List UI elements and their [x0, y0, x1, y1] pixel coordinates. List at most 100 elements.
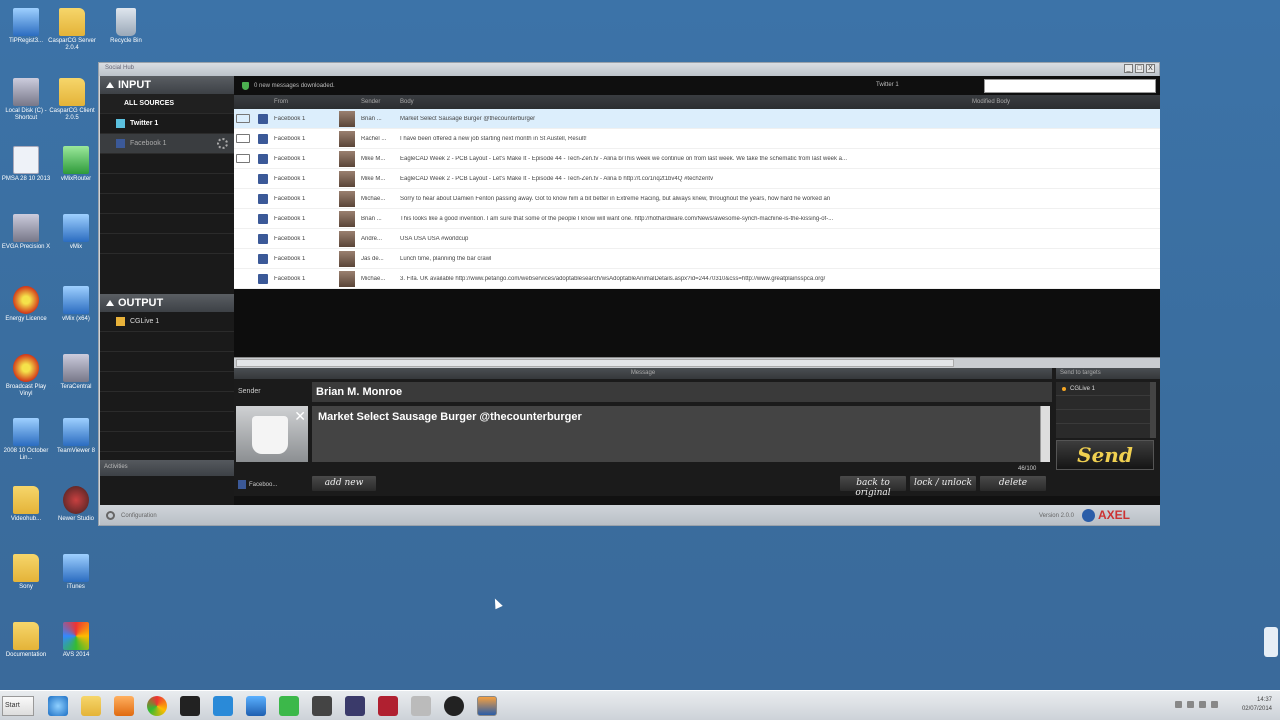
desktop-icon[interactable]: vMix [50, 214, 102, 251]
social-hub-taskbar-icon[interactable] [477, 696, 497, 716]
vertical-scrollbar[interactable] [1040, 406, 1050, 462]
desktop-icon[interactable]: EVGA Precision X [0, 214, 52, 251]
activities-tab[interactable]: Activities [100, 460, 234, 476]
desktop-icon[interactable]: TeamViewer 8 [50, 418, 102, 455]
source-twitter[interactable]: Twitter 1 [100, 114, 234, 134]
logo-disc-icon [1082, 508, 1095, 522]
col-modified-body[interactable]: Modified Body [972, 99, 1010, 105]
app-icon[interactable] [444, 696, 464, 716]
message-row[interactable]: Facebook 1 Brian ... Market Select Sausage… [234, 109, 1160, 129]
source-facebook[interactable]: Facebook 1 [100, 134, 234, 154]
explorer-icon[interactable] [81, 696, 101, 716]
maximize-button[interactable]: □ [1135, 64, 1144, 73]
window-title: Social Hub [105, 65, 135, 71]
app-icon [63, 486, 89, 514]
message-row[interactable]: Facebook 1 Andre... USA USA USA #worldcup [234, 229, 1160, 249]
remove-image-icon[interactable]: ✕ [294, 408, 306, 425]
desktop-icon[interactable]: Energy Licence [0, 286, 52, 323]
desktop-icon[interactable]: Recycle Bin [100, 8, 152, 45]
output-empty-row [100, 412, 234, 432]
media-player-icon[interactable] [114, 696, 134, 716]
facebook-icon [258, 234, 268, 244]
send-button[interactable]: Send [1056, 440, 1154, 470]
output-empty-row [100, 432, 234, 452]
flag-icon[interactable] [1187, 701, 1194, 708]
window-titlebar[interactable]: Social Hub _ □ X [99, 63, 1159, 76]
app-icon[interactable] [378, 696, 398, 716]
chrome-icon[interactable] [147, 696, 167, 716]
desktop-icon[interactable]: AVS 2014 [50, 622, 102, 659]
desktop-icon[interactable]: CasparCG Server 2.0.4 [46, 8, 98, 52]
tray-icon[interactable] [1175, 701, 1182, 708]
sender-name-field[interactable]: Brian M. Monroe [312, 382, 1052, 402]
source-empty-row [100, 214, 234, 234]
back-to-original-button[interactable]: back to original [840, 476, 906, 498]
minimize-button[interactable]: _ [1124, 64, 1133, 73]
configuration-button[interactable]: Configuration [106, 511, 157, 520]
col-sender[interactable]: Sender [361, 99, 380, 105]
target-item[interactable]: CGLive 1 [1056, 382, 1150, 396]
vmix-icon[interactable] [279, 696, 299, 716]
list-empty-area [234, 289, 1160, 357]
desktop-icon[interactable]: Videohub... [0, 486, 52, 523]
lock-unlock-button[interactable]: lock / unlock [910, 476, 976, 491]
char-counter: 46/100 [1018, 466, 1037, 472]
output-empty-row [100, 372, 234, 392]
desktop-icon[interactable]: CasparCG Client 2.0.5 [46, 78, 98, 122]
tool-icon[interactable] [312, 696, 332, 716]
play-icon[interactable] [180, 696, 200, 716]
desktop-icon[interactable]: vMix (x64) [50, 286, 102, 323]
desktop-icon[interactable]: Newer Studio [50, 486, 102, 523]
col-body[interactable]: Body [400, 99, 414, 105]
skype-icon[interactable] [213, 696, 233, 716]
source-all[interactable]: ALL SOURCES [100, 94, 234, 114]
desktop-icon[interactable]: Local Disk (C) - Shortcut [0, 78, 52, 122]
search-input[interactable] [984, 79, 1156, 93]
tool-icon[interactable] [345, 696, 365, 716]
desktop-icon[interactable]: iTunes [50, 554, 102, 591]
desktop-icon[interactable]: 2008 10 October Lin... [0, 418, 52, 462]
message-row[interactable]: Facebook 1 Mike M... EagleCAD Week 2 - PCB… [234, 149, 1160, 169]
desktop-icon[interactable]: PMSA 28 10 2013 [0, 146, 52, 183]
facebook-icon [258, 274, 268, 284]
avatar [339, 111, 355, 127]
side-widget-icon[interactable] [1264, 627, 1278, 657]
share-icon[interactable] [236, 114, 250, 123]
scrollbar-thumb[interactable] [236, 359, 954, 367]
share-icon[interactable] [236, 154, 250, 163]
delete-button[interactable]: delete [980, 476, 1046, 491]
folder-icon [59, 8, 85, 36]
output-cglive[interactable]: CGLive 1 [100, 312, 234, 332]
desktop-icon[interactable]: TeraCentral [50, 354, 102, 391]
folder-icon [13, 554, 39, 582]
message-row[interactable]: Facebook 1 Michae... Sorry to hear about D… [234, 189, 1160, 209]
desktop-icon[interactable]: Sony [0, 554, 52, 591]
targets-scrollbar[interactable] [1150, 382, 1156, 438]
desktop-icon[interactable]: Documentation [0, 622, 52, 659]
desktop-icon[interactable]: TiPRegist3... [0, 8, 52, 45]
desktop-icon[interactable]: Broadcast Play Vinyl [0, 354, 52, 398]
windows-icon[interactable] [246, 696, 266, 716]
ie-icon[interactable] [48, 696, 68, 716]
close-button[interactable]: X [1146, 64, 1155, 73]
message-row[interactable]: Facebook 1 Brian ... This looks like a goo… [234, 209, 1160, 229]
add-new-button[interactable]: add new [312, 476, 376, 491]
start-button[interactable]: Start [2, 696, 34, 716]
horizontal-scrollbar[interactable] [234, 357, 1160, 368]
message-row[interactable]: Facebook 1 Mike M... EagleCAD Week 2 - PCB… [234, 169, 1160, 189]
sources-sidebar: INPUT ALL SOURCES Twitter 1 Facebook 1 O… [100, 76, 234, 506]
clock[interactable]: 14:37 02/07/2014 [1242, 696, 1272, 714]
app-icon [63, 214, 89, 242]
message-row[interactable]: Facebook 1 Jas de... Lunch time, planning … [234, 249, 1160, 269]
message-row[interactable]: Facebook 1 Rachel ... I have been offered … [234, 129, 1160, 149]
network-icon[interactable] [1199, 701, 1206, 708]
message-row[interactable]: Facebook 1 Michae... 3. Fifa. UK available… [234, 269, 1160, 289]
desktop-icon[interactable]: vMixRouter [50, 146, 102, 183]
col-from[interactable]: From [274, 99, 288, 105]
recycle-bin-icon [116, 8, 136, 36]
volume-icon[interactable] [1211, 701, 1218, 708]
app-icon[interactable] [411, 696, 431, 716]
twitter-icon [116, 119, 125, 128]
share-icon[interactable] [236, 134, 250, 143]
message-text-field[interactable]: Market Select Sausage Burger @thecounter… [312, 406, 1040, 462]
